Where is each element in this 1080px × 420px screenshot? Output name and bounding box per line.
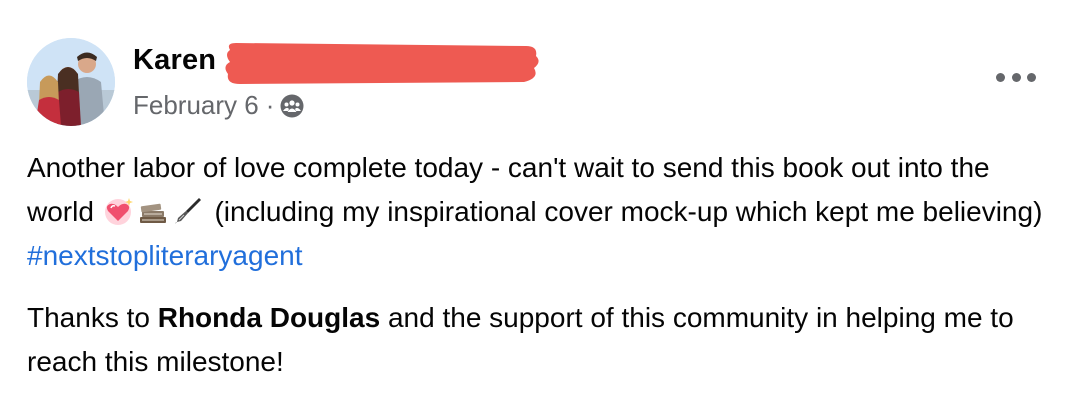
sparkling-heart-icon bbox=[104, 198, 133, 225]
fountain-pen-icon bbox=[174, 198, 201, 224]
mention-link[interactable]: Rhonda Douglas bbox=[158, 302, 380, 333]
avatar-photo bbox=[27, 38, 115, 126]
redaction-mark bbox=[225, 43, 539, 84]
paragraph-text: Thanks to bbox=[27, 302, 158, 333]
more-dot-icon bbox=[1027, 72, 1036, 82]
group-icon[interactable] bbox=[280, 94, 304, 118]
hashtag-link[interactable]: #nextstopliteraryagent bbox=[27, 240, 303, 271]
avatar[interactable] bbox=[27, 38, 115, 126]
paragraph-text: (including my inspirational cover mock-u… bbox=[206, 196, 1043, 227]
facebook-post: Karen February 6 · Another labor of love… bbox=[0, 0, 1080, 420]
post-paragraph-2: Thanks to Rhonda Douglas and the support… bbox=[27, 296, 1057, 384]
more-dot-icon bbox=[1011, 72, 1021, 82]
meta-separator: · bbox=[265, 90, 275, 120]
post-body: Another labor of love complete today - c… bbox=[27, 146, 1057, 384]
author-name[interactable]: Karen bbox=[133, 44, 216, 77]
post-meta: February 6 · bbox=[133, 90, 304, 121]
post-paragraph-1: Another labor of love complete today - c… bbox=[27, 146, 1057, 278]
more-dot-icon bbox=[996, 72, 1005, 82]
more-options-button[interactable] bbox=[996, 66, 1036, 88]
post-date[interactable]: February 6 bbox=[133, 90, 259, 121]
books-icon bbox=[139, 203, 166, 223]
